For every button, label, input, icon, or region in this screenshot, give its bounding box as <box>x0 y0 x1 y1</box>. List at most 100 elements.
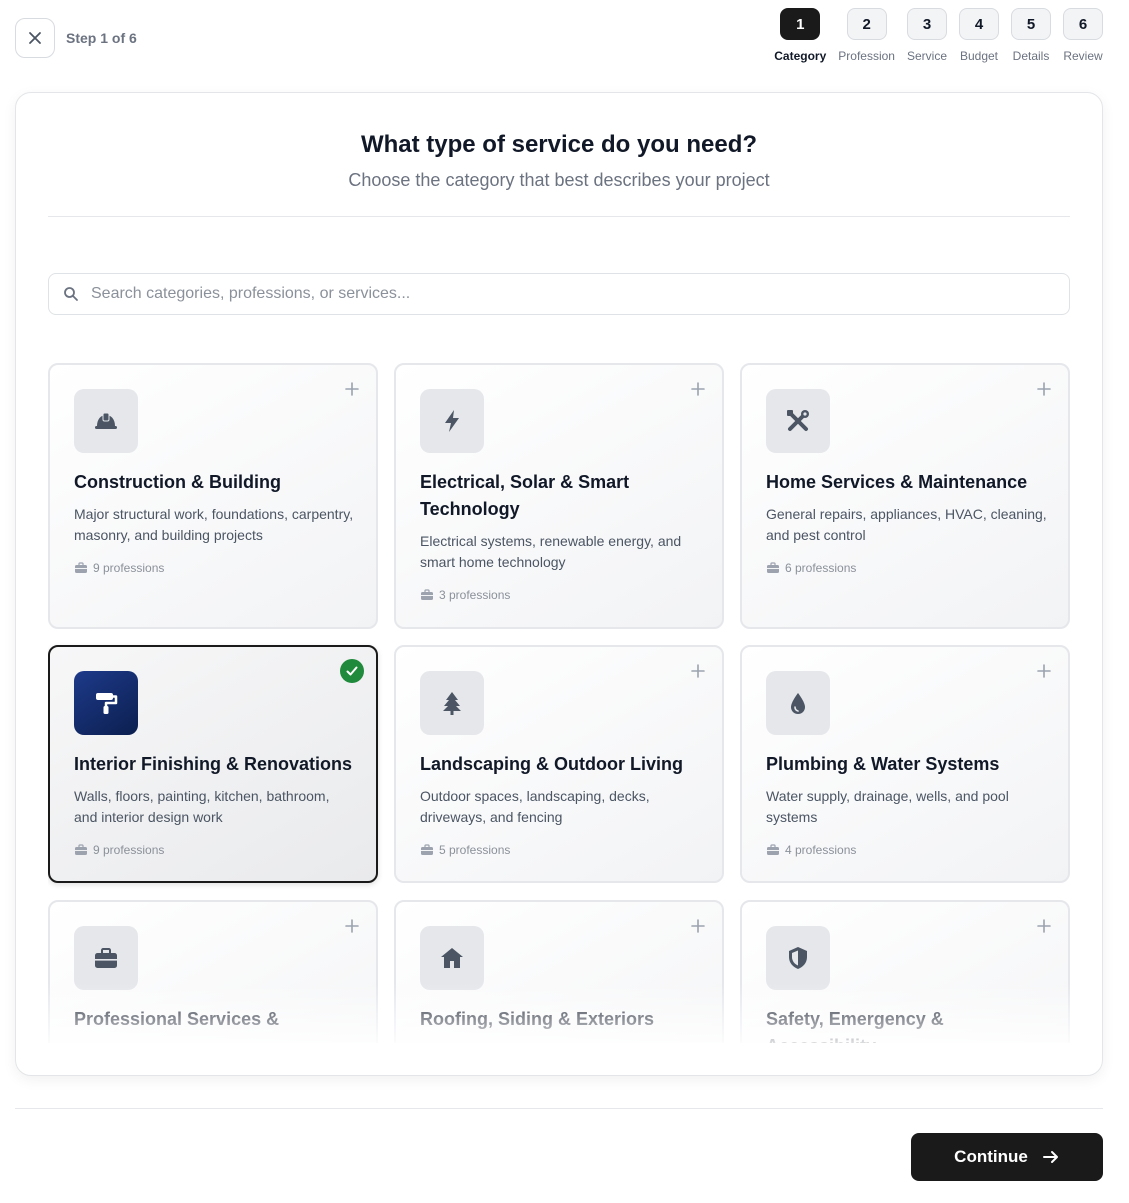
profession-count-text: 9 professions <box>93 561 165 575</box>
category-card-roofing[interactable]: Roofing, Siding & Exteriors <box>394 900 724 1043</box>
step-number: 6 <box>1063 8 1103 40</box>
lightning-bolt-icon <box>445 410 459 432</box>
card-title: Landscaping & Outdoor Living <box>420 754 683 774</box>
briefcase-icon <box>766 843 780 857</box>
briefcase-icon <box>95 948 117 968</box>
profession-count-text: 4 professions <box>785 843 857 857</box>
step-number: 1 <box>780 8 821 40</box>
step-details[interactable]: 5 Details <box>1011 8 1051 63</box>
profession-count: 5 professions <box>420 843 510 857</box>
plus-icon <box>1034 661 1054 681</box>
search-box <box>48 273 1070 315</box>
step-name: Service <box>906 49 947 63</box>
card-description: Electrical systems, renewable energy, an… <box>420 533 682 570</box>
step-budget[interactable]: 4 Budget <box>959 8 999 63</box>
card-title: Electrical, Solar & Smart Technology <box>420 472 630 519</box>
briefcase-icon <box>766 561 780 575</box>
card-icon-box <box>420 926 484 990</box>
category-grid: Construction & Building Major structural… <box>48 363 1072 1043</box>
card-title: Professional Services & <box>74 1009 280 1029</box>
card-icon-box <box>74 389 138 453</box>
step-name: Profession <box>838 49 895 63</box>
plus-icon <box>688 379 708 399</box>
card-title: Safety, Emergency & Accessibility <box>766 1009 944 1043</box>
profession-count: 9 professions <box>74 843 164 857</box>
step-profession[interactable]: 2 Profession <box>838 8 895 63</box>
selected-check-icon <box>340 659 364 683</box>
continue-button[interactable]: Continue <box>911 1133 1103 1181</box>
close-icon <box>29 32 41 44</box>
category-card-electrical[interactable]: Electrical, Solar & Smart Technology Ele… <box>394 363 724 629</box>
step-number: 5 <box>1011 8 1051 40</box>
card-icon-box <box>420 671 484 735</box>
card-title: Roofing, Siding & Exteriors <box>420 1009 655 1029</box>
profession-count-text: 6 professions <box>785 561 857 575</box>
house-icon <box>441 948 463 968</box>
profession-count: 4 professions <box>766 843 856 857</box>
page-subtitle: Choose the category that best describes … <box>348 170 770 190</box>
step-name: Review <box>1063 49 1103 63</box>
profession-count-text: 5 professions <box>439 843 511 857</box>
card-title: Plumbing & Water Systems <box>766 754 1000 774</box>
close-button[interactable] <box>15 18 55 58</box>
card-icon-box <box>74 671 138 735</box>
tree-icon <box>443 692 461 715</box>
card-icon-box <box>766 671 830 735</box>
step-category[interactable]: 1 Category <box>774 8 826 63</box>
footer-divider <box>15 1108 1103 1109</box>
category-card-construction[interactable]: Construction & Building Major structural… <box>48 363 378 629</box>
profession-count: 3 professions <box>420 588 510 602</box>
hard-hat-icon <box>95 412 117 429</box>
category-card-interior[interactable]: Interior Finishing & Renovations Walls, … <box>48 645 378 883</box>
water-drop-icon <box>791 693 805 714</box>
tools-icon <box>787 410 809 431</box>
briefcase-icon <box>74 843 88 857</box>
card-title: Interior Finishing & Renovations <box>74 754 353 774</box>
card-icon-box <box>766 389 830 453</box>
step-number: 3 <box>906 8 947 40</box>
card-description: Walls, floors, painting, kitchen, bathro… <box>74 788 330 825</box>
briefcase-icon <box>420 588 434 602</box>
step-number: 4 <box>959 8 999 40</box>
divider <box>48 216 1070 217</box>
briefcase-icon <box>420 843 434 857</box>
category-card-plumbing[interactable]: Plumbing & Water Systems Water supply, d… <box>740 645 1070 883</box>
paint-roller-icon <box>96 693 118 714</box>
category-card-safety[interactable]: Safety, Emergency & Accessibility <box>740 900 1070 1043</box>
category-card-home-services[interactable]: Home Services & Maintenance General repa… <box>740 363 1070 629</box>
plus-icon <box>342 379 362 399</box>
card-description: Water supply, drainage, wells, and pool … <box>766 788 1009 825</box>
stepper: 1 Category 2 Profession 3 Service 4 Budg… <box>762 8 1103 63</box>
plus-icon <box>688 661 708 681</box>
profession-count: 9 professions <box>74 561 164 575</box>
profession-count-text: 9 professions <box>93 843 165 857</box>
plus-icon <box>1034 916 1054 936</box>
page-title: What type of service do you need? <box>360 131 758 158</box>
category-card-landscaping[interactable]: Landscaping & Outdoor Living Outdoor spa… <box>394 645 724 883</box>
step-counter: Step 1 of 6 <box>66 30 137 46</box>
search-icon <box>63 286 79 302</box>
card-icon-box <box>420 389 484 453</box>
card-title: Construction & Building <box>74 472 281 492</box>
step-service[interactable]: 3 Service <box>906 8 947 63</box>
search-input[interactable] <box>91 285 1069 303</box>
step-name: Category <box>774 49 827 63</box>
step-number: 2 <box>846 8 887 40</box>
card-title: Home Services & Maintenance <box>766 472 1028 492</box>
arrow-right-icon <box>1042 1148 1060 1166</box>
profession-count: 6 professions <box>766 561 856 575</box>
card-icon-box <box>766 926 830 990</box>
step-review[interactable]: 6 Review <box>1063 8 1103 63</box>
plus-icon <box>688 916 708 936</box>
continue-label: Continue <box>954 1147 1028 1166</box>
category-panel: What type of service do you need? Choose… <box>15 92 1103 1076</box>
briefcase-icon <box>74 561 88 575</box>
plus-icon <box>342 916 362 936</box>
step-name: Budget <box>959 49 999 63</box>
profession-count-text: 3 professions <box>439 588 511 602</box>
shield-icon <box>789 947 807 969</box>
card-description: Outdoor spaces, landscaping, decks, driv… <box>420 788 650 825</box>
card-description: Major structural work, foundations, carp… <box>74 506 354 543</box>
category-card-professional[interactable]: Professional Services & <box>48 900 378 1043</box>
step-name: Details <box>1012 49 1050 63</box>
